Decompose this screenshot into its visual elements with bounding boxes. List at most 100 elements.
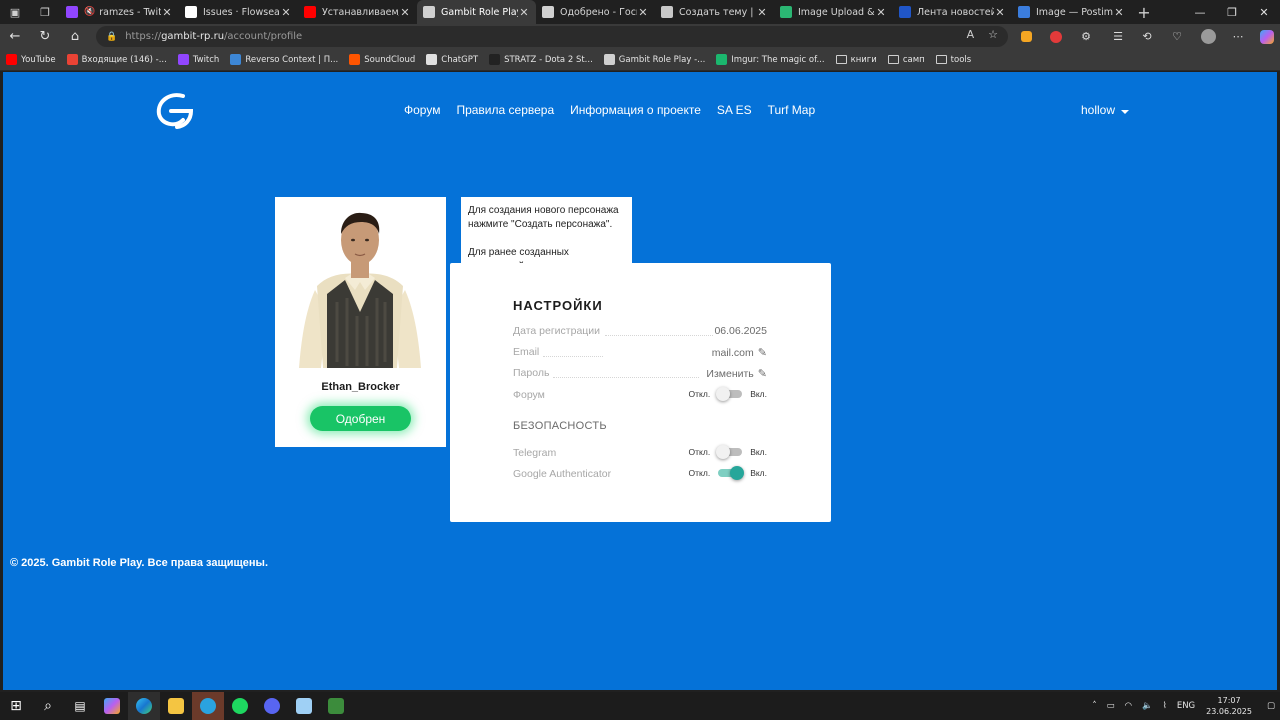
bookmark-label: Imgur: The magic of...: [731, 54, 825, 65]
approved-status-button[interactable]: Одобрен: [310, 406, 411, 431]
bookmark-item[interactable]: Входящие (146) -...: [66, 54, 167, 65]
bookmark-folder[interactable]: самп: [887, 55, 925, 65]
discord-icon[interactable]: [256, 692, 288, 720]
close-window-icon[interactable]: ✕: [1248, 0, 1280, 24]
tab-close-icon[interactable]: ✕: [161, 6, 173, 19]
back-arrow-icon[interactable]: ←: [0, 24, 30, 49]
file-explorer-icon[interactable]: [160, 692, 192, 720]
notepad-icon[interactable]: [288, 692, 320, 720]
tab-actions-icon[interactable]: ❐: [30, 0, 60, 24]
nav-forum[interactable]: Форум: [404, 103, 440, 117]
nav-turf-map[interactable]: Turf Map: [768, 103, 816, 117]
start-windows-icon[interactable]: ⊞: [0, 692, 32, 720]
forum-toggle[interactable]: [716, 387, 743, 401]
battery-icon[interactable]: ▭: [1107, 701, 1115, 711]
network-icon[interactable]: ⌇: [1163, 701, 1167, 711]
bookmark-item[interactable]: Reverso Context | П...: [230, 54, 338, 65]
more-menu-icon[interactable]: ⋯: [1227, 24, 1249, 49]
bookmark-item[interactable]: ChatGPT: [426, 54, 478, 65]
spotify-icon[interactable]: [224, 692, 256, 720]
minimize-icon[interactable]: —: [1184, 0, 1216, 24]
browser-essentials-icon[interactable]: ♡: [1166, 24, 1188, 49]
browser-tab[interactable]: Gambit Role Play - Пр✕: [417, 0, 536, 24]
copilot-taskbar-icon[interactable]: [96, 692, 128, 720]
bookmark-item[interactable]: Twitch: [177, 54, 219, 65]
nav-project-info[interactable]: Информация о проекте: [570, 103, 701, 117]
browser-tab[interactable]: Создать тему | San A✕: [655, 0, 774, 24]
maximize-icon[interactable]: ❐: [1216, 0, 1248, 24]
tab-close-icon[interactable]: ✕: [637, 6, 649, 19]
dotted-leader: [605, 335, 713, 336]
google-authenticator-toggle[interactable]: [718, 466, 745, 480]
home-icon[interactable]: ⌂: [60, 24, 90, 49]
browser-tab[interactable]: Issues · Flowseal/zapr✕: [179, 0, 298, 24]
terminal-app-icon[interactable]: [320, 692, 352, 720]
bookmark-favicon-icon: [230, 54, 242, 65]
edit-pencil-icon[interactable]: ✎: [758, 367, 767, 380]
edit-pencil-icon[interactable]: ✎: [758, 346, 767, 359]
tab-close-icon[interactable]: ✕: [756, 6, 768, 19]
favorite-star-icon[interactable]: ☆: [988, 28, 998, 41]
edge-browser-icon[interactable]: [128, 692, 160, 720]
tab-close-icon[interactable]: ✕: [399, 6, 411, 19]
tab-title: Image — Postimages: [1036, 6, 1113, 18]
lock-icon[interactable]: 🔒: [106, 32, 117, 42]
bookmark-folder[interactable]: tools: [935, 55, 971, 65]
browser-tab-bar: ▣ ❐ 🔇ramzes - Twitch✕Issues · Flowseal/z…: [0, 0, 1280, 24]
tab-muted-icon[interactable]: 🔇: [84, 7, 95, 17]
telegram-toggle[interactable]: [716, 445, 743, 459]
bookmark-favicon-icon: [177, 54, 189, 65]
nav-sa-es[interactable]: SA ES: [717, 103, 752, 117]
bookmark-item[interactable]: YouTube: [6, 54, 56, 65]
notifications-icon[interactable]: ▢: [1267, 701, 1275, 711]
registration-date-row: Дата регистрации 06.06.2025: [513, 325, 767, 339]
show-hidden-icons-chevron-icon[interactable]: ˄: [1092, 701, 1096, 711]
new-tab-button[interactable]: +: [1131, 0, 1157, 24]
profile-avatar-icon[interactable]: [1197, 24, 1219, 49]
bookmark-item[interactable]: SoundCloud: [349, 54, 415, 65]
clock[interactable]: 17:07 23.06.2025: [1206, 695, 1252, 717]
extensions-puzzle-icon[interactable]: ⚙: [1075, 24, 1097, 49]
bookmark-item[interactable]: Imgur: The magic of...: [716, 54, 825, 65]
bookmark-item[interactable]: Gambit Role Play -...: [603, 54, 705, 65]
password-change-text: Изменить: [706, 367, 754, 380]
nav-server-rules[interactable]: Правила сервера: [456, 103, 554, 117]
password-change[interactable]: Изменить ✎: [706, 367, 767, 381]
footer-copyright: © 2025. Gambit Role Play. Все права защи…: [10, 557, 268, 569]
favorites-list-icon[interactable]: ☰: [1107, 24, 1129, 49]
browser-tab[interactable]: Лента новостей ✕: [893, 0, 1012, 24]
tab-close-icon[interactable]: ✕: [875, 6, 887, 19]
history-icon[interactable]: ⟲: [1136, 24, 1158, 49]
tab-close-icon[interactable]: ✕: [994, 6, 1006, 19]
telegram-toggle-group: Откл. Вкл.: [689, 445, 767, 459]
user-menu[interactable]: hollow: [1081, 103, 1130, 117]
forum-row: Форум Откл. Вкл.: [513, 387, 767, 403]
volume-icon[interactable]: 🔈: [1142, 701, 1153, 711]
copilot-icon[interactable]: [1256, 24, 1278, 49]
bookmark-folder[interactable]: книги: [835, 55, 877, 65]
bookmark-item[interactable]: STRATZ - Dota 2 St...: [489, 54, 593, 65]
browser-tab[interactable]: Одобрено - Госпита✕: [536, 0, 655, 24]
browser-tab[interactable]: Image Upload & Mem✕: [774, 0, 893, 24]
wifi-icon[interactable]: ◠: [1125, 701, 1132, 711]
browser-tab[interactable]: Устанавливаем/чини✕: [298, 0, 417, 24]
workspaces-icon[interactable]: ▣: [0, 0, 30, 24]
task-view-icon[interactable]: ▤: [64, 692, 96, 720]
gambit-logo-icon[interactable]: [153, 90, 197, 130]
tab-close-icon[interactable]: ✕: [280, 6, 292, 19]
refresh-icon[interactable]: ↻: [30, 24, 60, 49]
extension-adblock-icon[interactable]: [1045, 24, 1067, 49]
telegram-icon[interactable]: [192, 692, 224, 720]
language-indicator[interactable]: ENG: [1177, 701, 1195, 711]
tab-strip: 🔇ramzes - Twitch✕Issues · Flowseal/zapr✕…: [60, 0, 1131, 24]
extension-honey-icon[interactable]: [1015, 24, 1037, 49]
search-icon[interactable]: ⌕: [32, 692, 64, 720]
browser-tab[interactable]: 🔇 ramzes - Twitch✕: [60, 0, 179, 24]
tab-close-icon[interactable]: ✕: [1113, 6, 1125, 19]
browser-tab[interactable]: Image — Postimages✕: [1012, 0, 1131, 24]
bookmark-favicon-icon: [489, 54, 501, 65]
tab-close-icon[interactable]: ✕: [518, 6, 530, 19]
read-aloud-icon[interactable]: A: [967, 28, 975, 41]
dotted-leader: [553, 377, 699, 378]
address-bar[interactable]: 🔒 https://gambit-rp.ru/account/profile A…: [96, 26, 1008, 47]
